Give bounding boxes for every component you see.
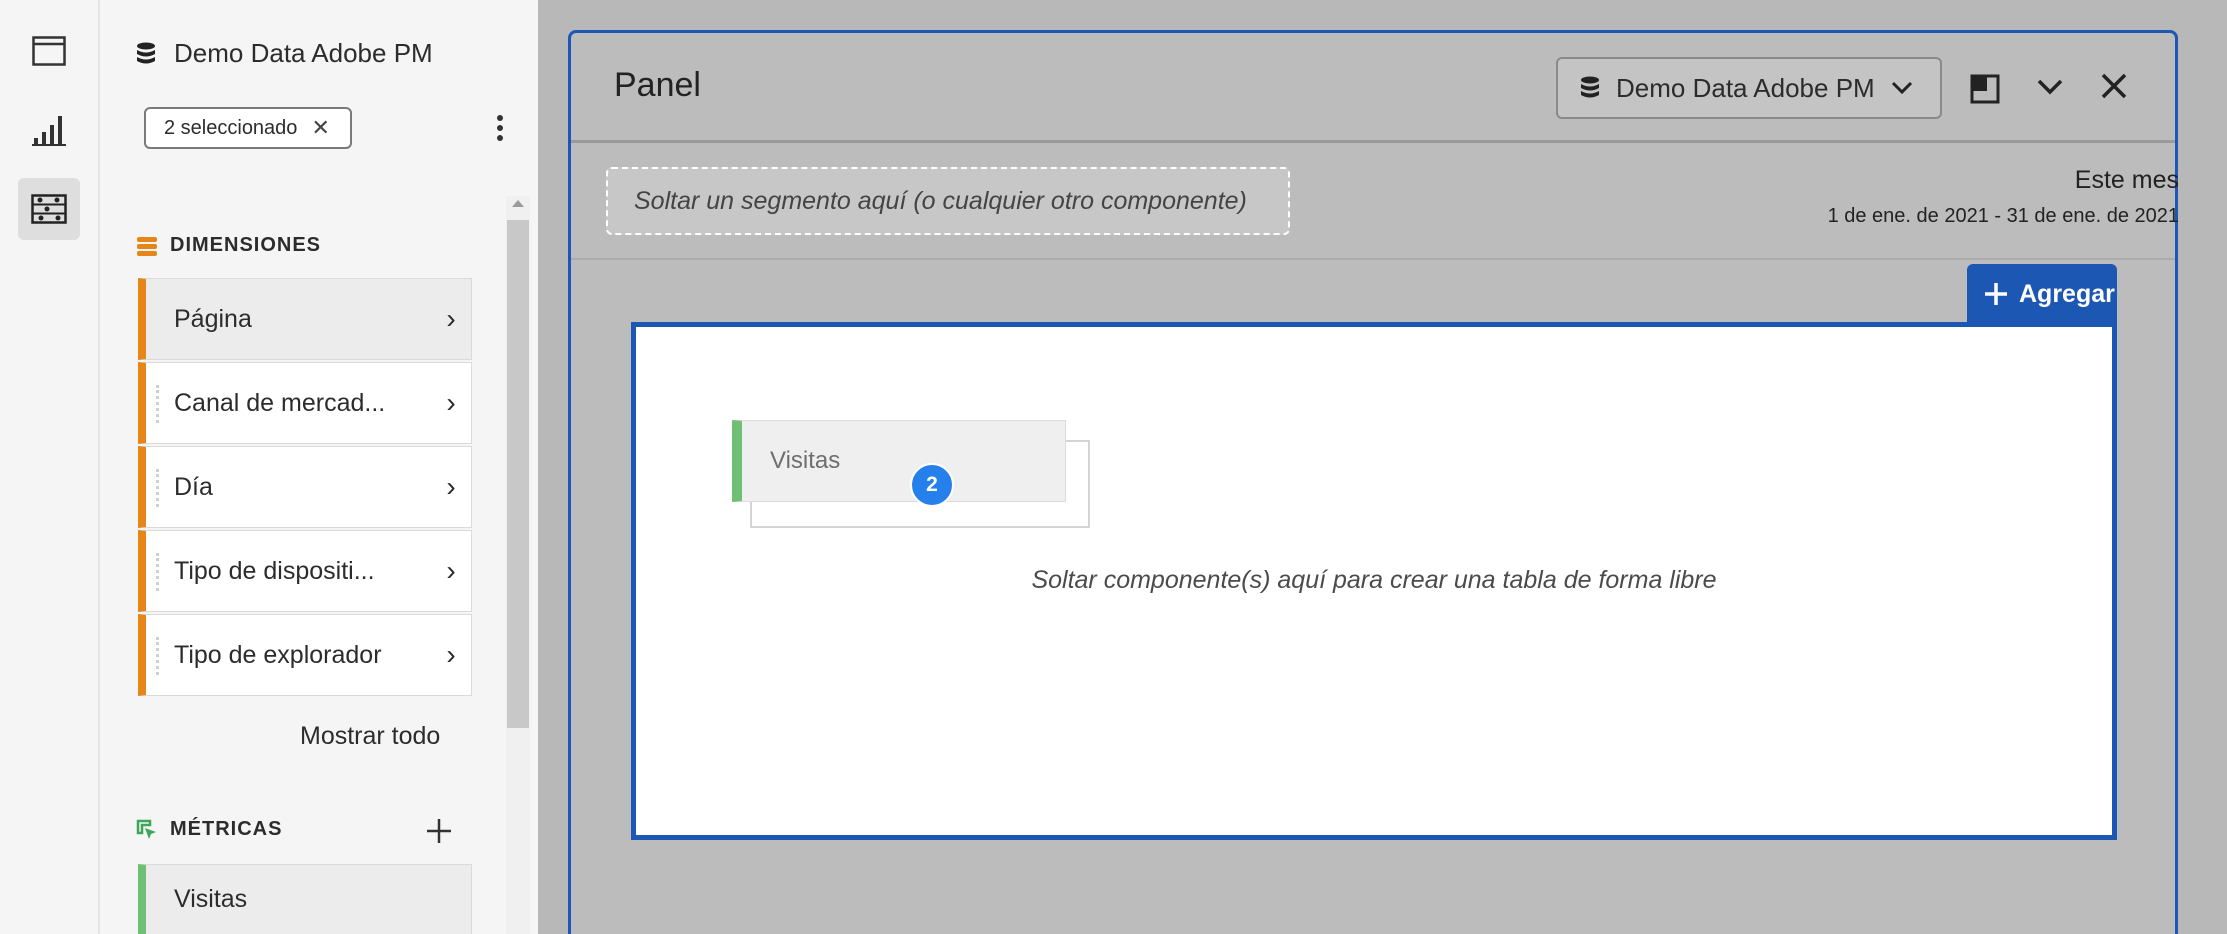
metrics-header-label: MÉTRICAS [170,818,283,840]
dimension-item[interactable]: Canal de mercad... › [138,362,472,444]
dimensions-header: DIMENSIONES [136,234,321,257]
add-button[interactable]: Agregar [1967,264,2117,324]
selection-chip-label: 2 seleccionado [164,116,298,139]
visualizations-tab[interactable] [18,98,80,160]
dimension-label: Tipo de explorador [174,640,382,669]
dimension-icon [137,236,157,256]
panel-title[interactable]: Panel [614,66,701,105]
dimension-item[interactable]: Tipo de dispositi... › [138,530,472,612]
drag-handle[interactable] [156,385,159,423]
data-source-dropdown-label: Demo Data Adobe PM [1616,72,1875,103]
dimensions-header-label: DIMENSIONES [170,234,322,256]
data-source-name: Demo Data Adobe PM [174,38,433,68]
drag-handle[interactable] [156,637,159,675]
chevron-right-icon[interactable]: › [431,471,471,503]
add-icon[interactable] [426,818,452,844]
drag-handle[interactable] [156,553,159,591]
metric-label: Visitas [174,885,248,913]
chevron-right-icon[interactable]: › [431,387,471,419]
dimension-item[interactable]: Día › [138,446,472,528]
selection-chip[interactable]: 2 seleccionado ✕ [144,107,352,149]
left-rail [0,0,100,934]
visualization-icon [32,116,66,146]
metrics-header: MÉTRICAS [136,818,282,841]
add-button-label: Agregar [2019,279,2115,308]
date-range-value[interactable]: 1 de ene. de 2021 - 31 de ene. de 2021 [1828,205,2179,228]
components-tab[interactable] [18,178,80,240]
header-divider [571,140,2175,143]
chevron-down-icon[interactable] [2036,78,2064,96]
chevron-right-icon[interactable]: › [431,555,471,587]
plus-icon [1985,283,2007,305]
show-all-link[interactable]: Mostrar todo [300,722,440,751]
metric-icon [136,819,156,839]
date-divider [571,258,2175,260]
date-range-title[interactable]: Este mes [2075,166,2179,195]
metric-item[interactable]: Visitas [138,864,472,934]
panel-info-icon[interactable] [1970,74,2000,104]
database-icon [137,42,155,63]
scrollbar-thumb[interactable] [507,220,529,728]
drag-ghost-item[interactable]: Visitas [732,420,1066,502]
drop-hint-text: Soltar componente(s) aquí para crear una… [1031,566,1717,594]
data-source-title: Demo Data Adobe PM [136,38,433,69]
drag-count-badge: 2 [910,463,954,507]
dimension-item[interactable]: Página › [138,278,472,360]
components-panel: Demo Data Adobe PM 2 seleccionado ✕ DIME… [100,0,538,934]
dimension-label: Página [174,304,252,333]
chevron-right-icon[interactable]: › [431,303,471,335]
scroll-up-icon[interactable] [510,198,526,208]
close-icon[interactable] [2101,73,2127,99]
dimension-label: Día [174,472,213,501]
drag-ghost-label: Visitas [770,447,841,474]
database-icon [1581,76,1599,98]
dimension-item[interactable]: Tipo de explorador › [138,614,472,696]
chevron-right-icon[interactable]: › [431,639,471,671]
components-icon [31,194,67,224]
chevron-down-icon [1891,81,1912,95]
data-source-dropdown[interactable]: Demo Data Adobe PM [1556,57,1942,119]
segment-drop-zone[interactable]: Soltar un segmento aquí (o cualquier otr… [606,167,1290,235]
panels-tab[interactable] [18,20,80,82]
close-icon[interactable]: ✕ [311,115,329,141]
panel-icon [32,36,66,66]
more-icon[interactable] [496,114,504,142]
dimension-label: Tipo de dispositi... [174,556,375,585]
dimension-label: Canal de mercad... [174,388,386,417]
drag-handle[interactable] [156,469,159,507]
